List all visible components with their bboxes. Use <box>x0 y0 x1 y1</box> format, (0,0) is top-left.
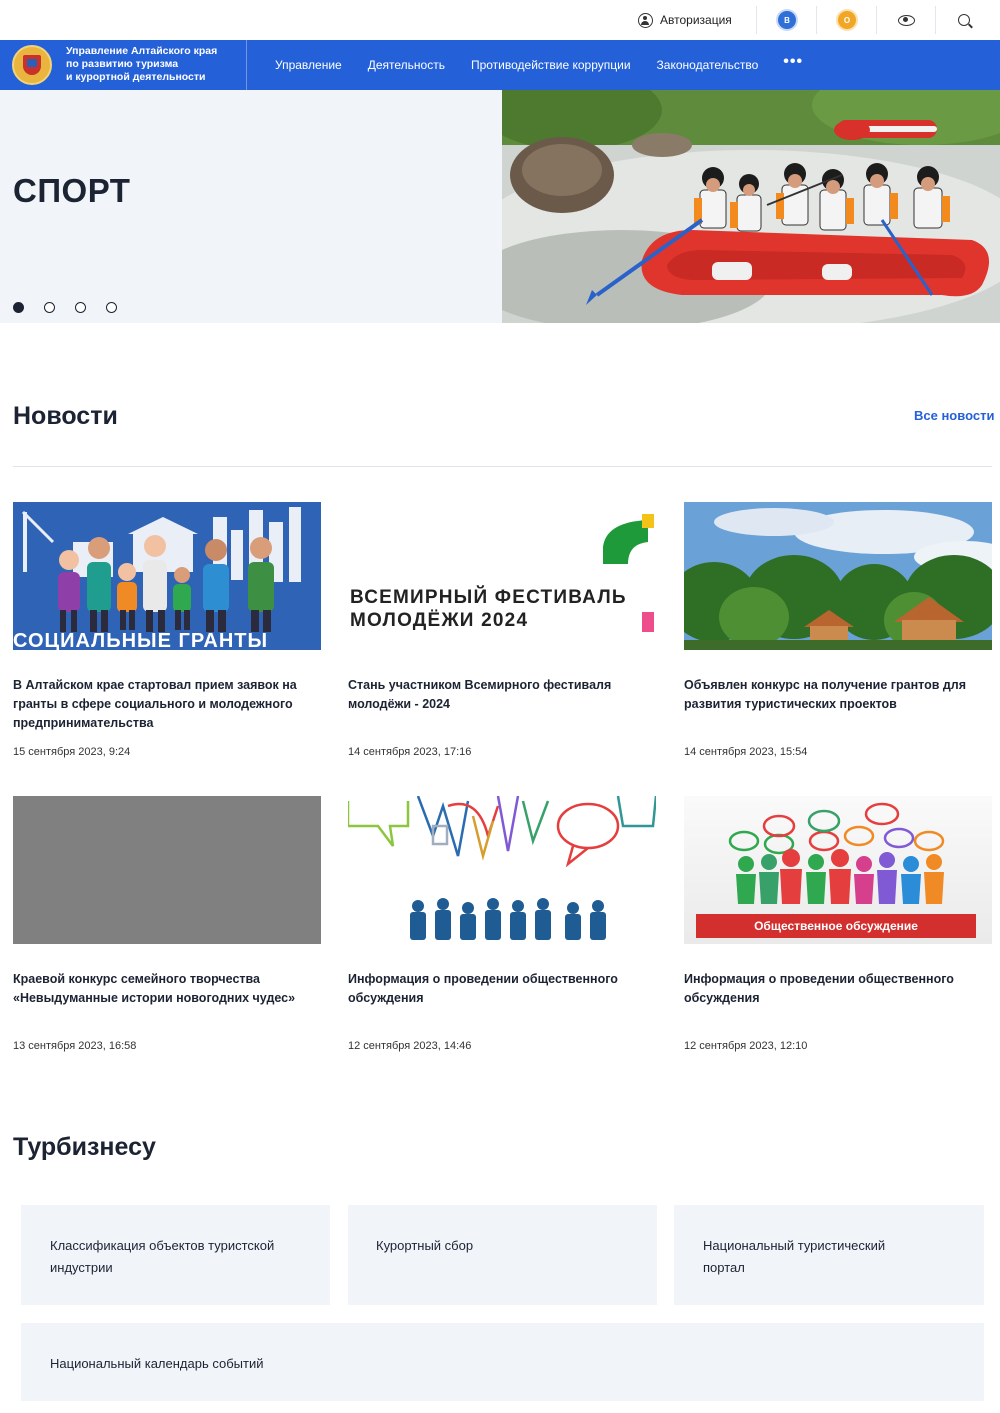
main-navbar: Управление Алтайского края по развитию т… <box>0 40 1000 90</box>
nav-item-legislation[interactable]: Законодательство <box>644 58 772 72</box>
ok-icon: O <box>838 11 856 29</box>
vk-icon: B <box>778 11 796 29</box>
tile-classification[interactable]: Классификация объектов туристской индуст… <box>21 1205 330 1305</box>
tile-label: Национальный календарь событий <box>50 1356 264 1371</box>
speech-bubbles-illustration <box>348 796 656 940</box>
rafting-photo <box>502 90 1000 323</box>
nav-item-upravlenie[interactable]: Управление <box>262 58 355 72</box>
news-image-public-discussion <box>348 796 656 944</box>
slider-dot-3[interactable] <box>75 302 86 313</box>
news-title: Краевой конкурс семейного творчества «Не… <box>13 972 296 1005</box>
eye-icon <box>897 14 915 26</box>
festival-caption: ВСЕМИРНЫЙ ФЕСТИВАЛЬ МОЛОДЁЖИ 2024 <box>350 586 627 632</box>
user-icon <box>638 12 653 28</box>
tile-label: Классификация объектов туристской индуст… <box>50 1238 275 1275</box>
org-name-line: по развитию туризма <box>66 58 179 70</box>
news-card[interactable]: Краевой конкурс семейного творчества «Не… <box>13 796 321 1052</box>
tile-label: Национальный туристический портал <box>703 1238 886 1275</box>
vk-button[interactable]: B <box>758 0 816 40</box>
search-button[interactable] <box>935 0 993 40</box>
news-date: 13 сентября 2023, 16:58 <box>13 1040 137 1052</box>
caption-line: ВСЕМИРНЫЙ ФЕСТИВАЛЬ <box>350 587 627 608</box>
news-image-placeholder <box>13 796 321 944</box>
turbiz-heading: Турбизнесу <box>13 1133 156 1161</box>
news-image-social-grants: СОЦИАЛЬНЫЕ ГРАНТЫ <box>13 502 321 650</box>
coat-of-arms-icon[interactable] <box>12 45 52 85</box>
auth-label: Авторизация <box>660 13 732 27</box>
tile-events-calendar[interactable]: Национальный календарь событий <box>21 1323 984 1401</box>
news-card[interactable]: Информация о проведении общественного об… <box>348 796 656 1052</box>
news-date: 14 сентября 2023, 17:16 <box>348 746 472 758</box>
news-card[interactable]: СОЦИАЛЬНЫЕ ГРАНТЫ В Алтайском крае старт… <box>13 502 321 758</box>
org-name-line: Управление Алтайского края <box>66 45 218 57</box>
news-card[interactable]: Объявлен конкурс на получение грантов дл… <box>684 502 992 758</box>
news-card[interactable]: ВСЕМИРНЫЙ ФЕСТИВАЛЬ МОЛОДЁЖИ 2024 Стань … <box>348 502 656 758</box>
image-caption: Общественное обсуждение <box>754 919 918 933</box>
news-image-tourism-grants <box>684 502 992 650</box>
nav-divider <box>246 40 247 90</box>
news-title: В Алтайском крае стартовал прием заявок … <box>13 678 297 730</box>
news-date: 12 сентября 2023, 12:10 <box>684 1040 808 1052</box>
slider-dot-4[interactable] <box>106 302 117 313</box>
news-title: Объявлен конкурс на получение грантов дл… <box>684 678 967 711</box>
news-image-discussion-figures: Общественное обсуждение <box>684 796 992 944</box>
all-news-link[interactable]: Все новости <box>914 408 994 423</box>
tile-resort-fee[interactable]: Курортный сбор <box>348 1205 657 1305</box>
ok-button[interactable]: O <box>818 0 876 40</box>
slider-dot-1[interactable] <box>13 302 24 313</box>
tile-tourism-portal[interactable]: Национальный туристический портал <box>674 1205 984 1305</box>
divider <box>756 6 757 34</box>
news-title: Информация о проведении общественного об… <box>348 972 618 1005</box>
nav-menu: Управление Деятельность Противодействие … <box>262 40 815 90</box>
more-menu-icon[interactable]: ••• <box>771 53 815 71</box>
news-title: Информация о проведении общественного об… <box>684 972 954 1005</box>
org-name[interactable]: Управление Алтайского края по развитию т… <box>66 45 241 84</box>
hero-image-rafting[interactable] <box>502 90 1000 323</box>
accessibility-button[interactable] <box>877 0 935 40</box>
news-date: 14 сентября 2023, 15:54 <box>684 746 808 758</box>
tile-label: Курортный сбор <box>376 1238 474 1253</box>
nav-item-anticorruption[interactable]: Противодействие коррупции <box>458 58 644 72</box>
caption-line: МОЛОДЁЖИ 2024 <box>350 610 529 631</box>
slider-dot-2[interactable] <box>44 302 55 313</box>
hero-title: СПОРТ <box>13 172 131 209</box>
slider-dots <box>13 302 117 313</box>
divider <box>816 6 817 34</box>
org-name-line: и курортной деятельности <box>66 71 206 83</box>
news-date: 12 сентября 2023, 14:46 <box>348 1040 472 1052</box>
news-title: Стань участником Всемирного фестиваля мо… <box>348 678 612 711</box>
auth-link[interactable]: Авторизация <box>628 0 753 40</box>
news-card[interactable]: Общественное обсуждение Информация о про… <box>684 796 992 1052</box>
news-image-youth-festival: ВСЕМИРНЫЙ ФЕСТИВАЛЬ МОЛОДЁЖИ 2024 <box>348 502 656 650</box>
news-heading: Новости <box>13 402 118 430</box>
news-divider <box>13 466 992 467</box>
utility-bar: Авторизация B O <box>0 0 1000 40</box>
nav-item-deyatelnost[interactable]: Деятельность <box>355 58 458 72</box>
hero-slider: СПОРТ <box>0 90 1000 323</box>
image-caption: СОЦИАЛЬНЫЕ ГРАНТЫ <box>13 630 269 650</box>
search-icon <box>958 14 970 26</box>
news-date: 15 сентября 2023, 9:24 <box>13 746 131 758</box>
forest-cottages-photo <box>684 502 992 650</box>
social-grants-illustration <box>13 502 321 650</box>
